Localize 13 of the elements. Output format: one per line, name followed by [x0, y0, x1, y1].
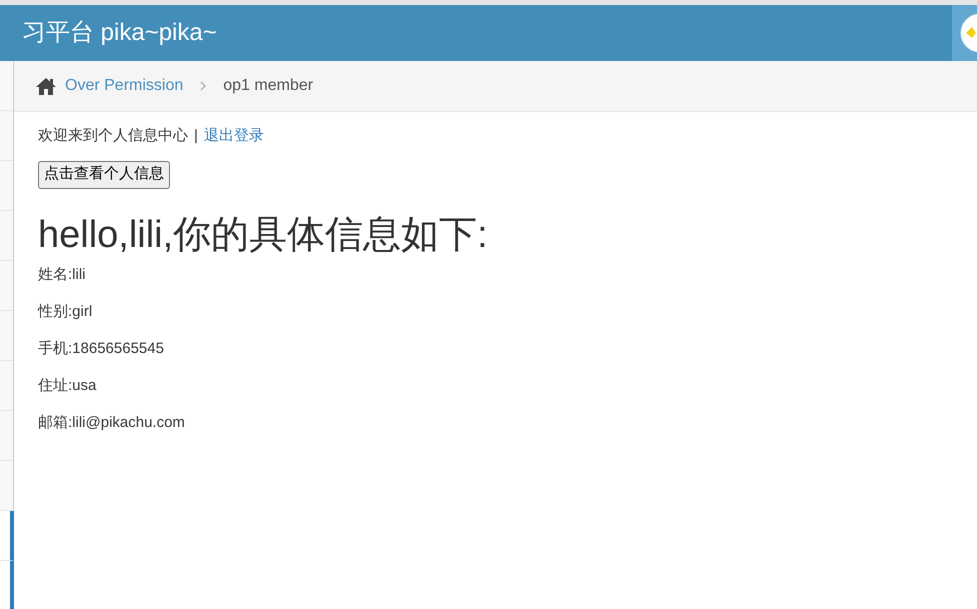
logout-link[interactable]: 退出登录	[204, 125, 264, 148]
info-line: 手机:18656565545	[38, 338, 164, 358]
info-line: 邮箱:lili@pikachu.com	[38, 412, 185, 432]
info-heading: hello,lili,你的具体信息如下:	[38, 212, 489, 258]
info-line: 姓名:lili	[38, 264, 86, 284]
separator-text: |	[194, 126, 198, 146]
info-line: 住址:usa	[38, 376, 96, 396]
site-title: 习平台 pika~pika~	[22, 18, 217, 48]
breadcrumb-link[interactable]: Over Permission	[65, 74, 184, 98]
info-line: 性别:girl	[38, 302, 92, 322]
welcome-text: 欢迎来到个人信息中心	[38, 126, 188, 146]
view-info-button[interactable]: 点击查看个人信息	[38, 160, 170, 188]
breadcrumb-current: op1 member	[223, 76, 314, 96]
